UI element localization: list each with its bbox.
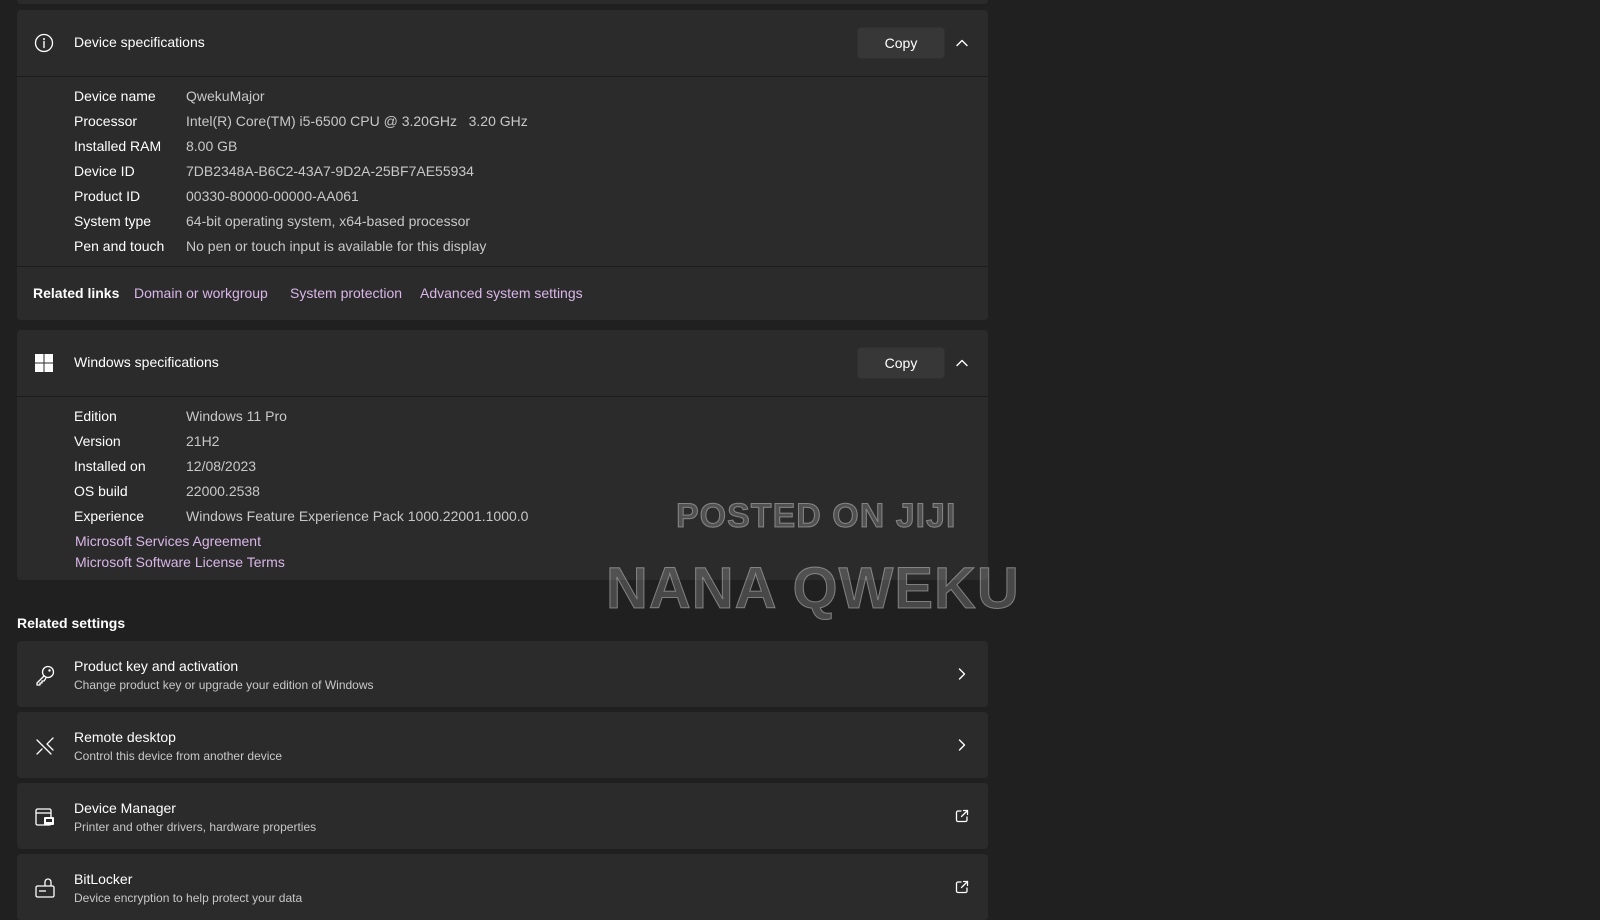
spec-value: 12/08/2023 [186,458,257,474]
windows-specifications-header[interactable]: Windows specifications Copy [17,330,988,397]
previous-card-edge [17,0,988,4]
chevron-right-icon [958,739,966,751]
spec-label: Version [74,433,121,449]
spec-value: Intel(R) Core(TM) i5-6500 CPU @ 3.20GHz … [186,113,528,129]
related-links: Related links Domain or workgroup System… [17,266,988,321]
key-icon [36,665,55,686]
setting-product-key-and-activation[interactable]: Product key and activation Change produc… [17,641,988,707]
windows-logo-icon [35,354,53,372]
link-advanced-system-settings[interactable]: Advanced system settings [420,285,583,301]
bitlocker-icon [35,878,55,898]
spec-label: Experience [74,508,145,524]
remote-desktop-icon [36,737,54,755]
windows-spec-rows: Edition Windows 11 Pro Version 21H2 Inst… [17,397,988,580]
spec-label: System type [74,213,152,229]
device-manager-icon [35,808,54,826]
info-icon [34,33,54,53]
copy-device-specs-button[interactable]: Copy [857,27,945,59]
setting-title: Remote desktop [74,729,176,745]
setting-description: Change product key or upgrade your editi… [74,678,374,692]
spec-value: 22000.2538 [186,483,260,499]
spec-label: Device ID [74,163,135,179]
windows-specifications-card: Windows specifications Copy Edition Wind… [17,330,988,580]
setting-device-manager[interactable]: Device Manager Printer and other drivers… [17,783,988,849]
setting-description: Control this device from another device [74,749,283,763]
setting-description: Device encryption to help protect your d… [74,891,303,905]
spec-label: Edition [74,408,117,424]
setting-title: Product key and activation [74,658,239,674]
device-specifications-header[interactable]: Device specifications Copy [17,10,988,77]
spec-label: Installed RAM [74,138,162,154]
setting-title: BitLocker [74,871,133,887]
setting-remote-desktop[interactable]: Remote desktop Control this device from … [17,712,988,778]
spec-label: Device name [74,88,156,104]
device-spec-rows: Device name QwekuMajor Processor Intel(R… [17,77,988,266]
spec-label: Pen and touch [74,238,165,254]
spec-value: No pen or touch input is available for t… [186,238,487,254]
spec-value: 00330-80000-00000-AA061 [186,188,359,204]
link-domain-or-workgroup[interactable]: Domain or workgroup [134,285,268,301]
open-external-icon [955,809,969,823]
link-microsoft-software-license-terms[interactable]: Microsoft Software License Terms [75,554,285,570]
spec-value: 21H2 [186,433,220,449]
spec-value: 8.00 GB [186,138,238,154]
related-links-title: Related links [33,285,120,301]
setting-bitlocker[interactable]: BitLocker Device encryption to help prot… [17,854,988,920]
setting-description: Printer and other drivers, hardware prop… [74,820,317,834]
copy-windows-specs-button[interactable]: Copy [857,347,945,379]
link-system-protection[interactable]: System protection [290,285,402,301]
spec-value: 7DB2348A-B6C2-43A7-9D2A-25BF7AE55934 [186,163,474,179]
spec-value: Windows Feature Experience Pack 1000.220… [186,508,529,524]
spec-label: OS build [74,483,128,499]
setting-title: Device Manager [74,800,176,816]
spec-value: Windows 11 Pro [186,408,287,424]
spec-value: QwekuMajor [186,88,265,104]
spec-label: Installed on [74,458,146,474]
spec-label: Product ID [74,188,141,204]
windows-specifications-title: Windows specifications [74,354,219,370]
open-external-icon [955,880,969,894]
chevron-up-icon[interactable] [954,35,970,51]
chevron-right-icon [958,668,966,680]
link-microsoft-services-agreement[interactable]: Microsoft Services Agreement [75,533,261,549]
spec-value: 64-bit operating system, x64-based proce… [186,213,471,229]
chevron-up-icon[interactable] [954,355,970,371]
related-settings-title: Related settings [17,615,126,631]
device-specifications-card: Device specifications Copy Device name Q… [17,10,988,320]
spec-label: Processor [74,113,138,129]
device-specifications-title: Device specifications [74,34,205,50]
